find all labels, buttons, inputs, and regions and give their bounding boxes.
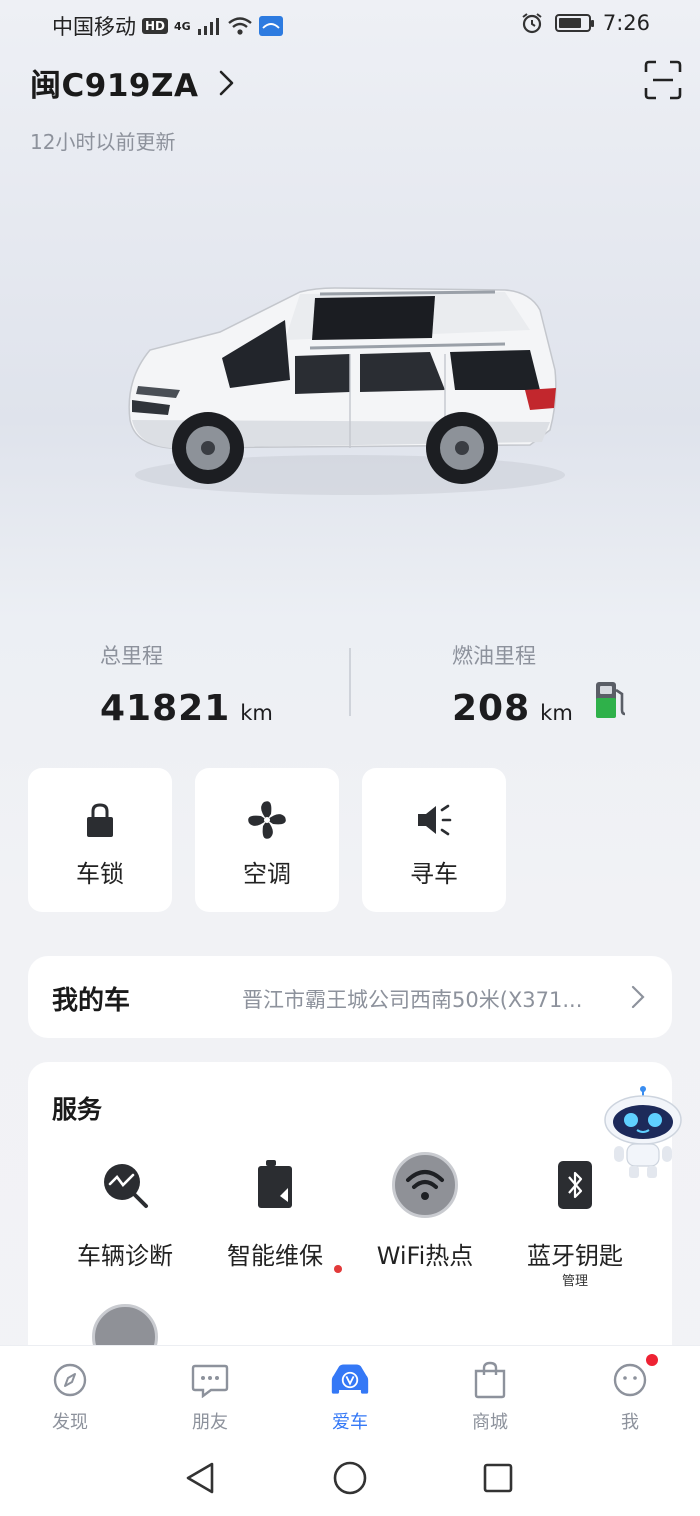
fuel-range-value: 208 xyxy=(452,688,531,729)
home-button[interactable] xyxy=(330,1458,370,1498)
total-mileage-value: 41821 xyxy=(100,688,231,729)
notification-badge xyxy=(646,1354,658,1366)
service-diagnosis-label: 车辆诊断 xyxy=(77,1242,173,1270)
services-title: 服务 xyxy=(52,1095,103,1124)
last-updated: 12小时以前更新 xyxy=(30,130,176,154)
diagnosis-icon xyxy=(92,1152,158,1218)
notification-dot xyxy=(334,1265,342,1273)
service-maintenance[interactable]: 智能维保 xyxy=(200,1152,350,1292)
chevron-right-icon xyxy=(220,70,234,95)
compass-icon xyxy=(50,1360,90,1400)
lock-label: 车锁 xyxy=(76,860,124,888)
profile-icon xyxy=(610,1360,650,1400)
my-car-row[interactable]: 我的车 晋江市霸王城公司西南50米(X371... xyxy=(28,956,672,1038)
shopping-bag-icon xyxy=(470,1360,510,1400)
tab-me-label: 我 xyxy=(621,1412,639,1433)
app-status-icon xyxy=(258,16,283,36)
chat-icon xyxy=(190,1360,230,1400)
service-bluetooth-key-label: 蓝牙钥匙 xyxy=(527,1242,623,1270)
tab-shop[interactable]: 商城 xyxy=(440,1360,540,1440)
status-bar: 中国移动 HD 4G 7:26 xyxy=(0,0,700,48)
back-button[interactable] xyxy=(180,1458,220,1498)
recents-icon xyxy=(483,1463,513,1493)
car-location: 晋江市霸王城公司西南50米(X371... xyxy=(242,988,583,1012)
recents-button[interactable] xyxy=(478,1458,518,1498)
ac-button[interactable]: 空调 xyxy=(195,768,339,912)
find-car-label: 寻车 xyxy=(410,860,458,888)
fan-icon xyxy=(245,798,289,842)
network-type: 4G xyxy=(174,19,191,33)
fuel-range: 燃油里程 208 km xyxy=(452,640,573,729)
service-diagnosis[interactable]: 车辆诊断 xyxy=(50,1152,200,1292)
tab-friends[interactable]: 朋友 xyxy=(160,1360,260,1440)
assistant-robot-icon[interactable] xyxy=(600,1086,686,1182)
home-icon xyxy=(333,1461,367,1495)
stats-divider xyxy=(349,648,351,716)
scan-icon[interactable] xyxy=(644,60,682,100)
car-icon xyxy=(330,1360,370,1400)
maintenance-icon xyxy=(242,1152,308,1218)
tab-my-car-label: 爱车 xyxy=(332,1412,368,1433)
system-nav-bar xyxy=(0,1440,700,1516)
battery-icon xyxy=(554,14,594,32)
fuel-range-label: 燃油里程 xyxy=(452,644,536,668)
fuel-pump-icon xyxy=(596,682,626,718)
chevron-right-icon xyxy=(631,985,645,1009)
total-mileage: 总里程 41821 km xyxy=(100,640,273,729)
lock-button[interactable]: 车锁 xyxy=(28,768,172,912)
service-wifi[interactable]: WiFi热点 xyxy=(350,1152,500,1292)
find-car-button[interactable]: 寻车 xyxy=(362,768,506,912)
status-left: 中国移动 HD 4G xyxy=(52,11,283,41)
alarm-icon xyxy=(522,13,542,34)
tab-my-car[interactable]: 爱车 xyxy=(300,1360,400,1440)
lock-icon xyxy=(78,798,122,842)
tab-me[interactable]: 我 xyxy=(580,1354,680,1440)
speaker-icon xyxy=(412,798,456,842)
hd-badge: HD xyxy=(142,18,169,34)
mileage-stats: 总里程 41821 km 燃油里程 208 km xyxy=(0,640,700,730)
wifi-status-icon xyxy=(227,17,252,35)
status-right: 7:26 xyxy=(521,11,650,35)
ac-label: 空调 xyxy=(243,860,291,888)
my-car-title: 我的车 xyxy=(52,986,131,1016)
tab-discover[interactable]: 发现 xyxy=(20,1360,120,1440)
tab-friends-label: 朋友 xyxy=(192,1412,228,1433)
service-maintenance-label: 智能维保 xyxy=(227,1242,323,1270)
signal-icons: 4G xyxy=(174,16,283,36)
signal-icon xyxy=(197,18,219,35)
clock: 7:26 xyxy=(602,11,650,35)
wifi-icon xyxy=(392,1152,458,1218)
back-icon xyxy=(186,1462,214,1494)
tab-discover-label: 发现 xyxy=(52,1412,88,1433)
carrier-name: 中国移动 xyxy=(52,15,136,39)
vehicle-selector[interactable]: 闽C919ZA xyxy=(30,60,236,105)
total-mileage-label: 总里程 xyxy=(100,644,163,668)
car-image xyxy=(128,287,565,495)
service-wifi-label: WiFi热点 xyxy=(376,1242,474,1270)
total-mileage-unit: km xyxy=(240,701,273,725)
license-plate: 闽C919ZA xyxy=(30,68,199,104)
fuel-range-unit: km xyxy=(540,701,573,725)
bluetooth-key-icon xyxy=(542,1152,608,1218)
tab-shop-label: 商城 xyxy=(472,1412,508,1433)
service-bluetooth-key-sublabel: 管理 xyxy=(561,1274,588,1289)
